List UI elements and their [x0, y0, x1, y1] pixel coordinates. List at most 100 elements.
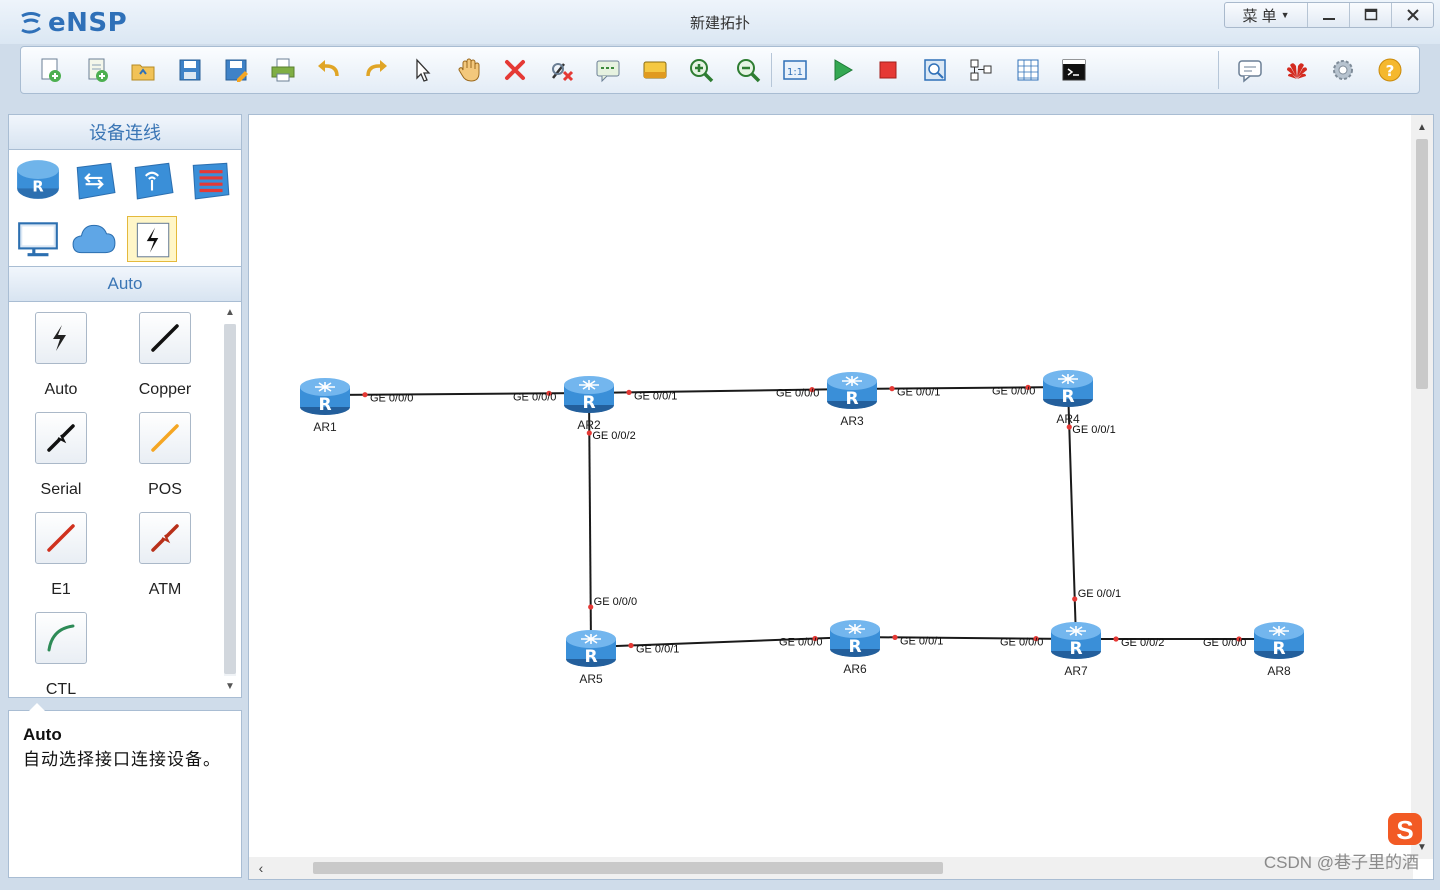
scroll-up-icon[interactable]: ▲: [221, 304, 239, 320]
router-glyph: R: [1069, 639, 1082, 659]
port-dot: [362, 392, 368, 398]
router-ar4[interactable]: R AR4: [1043, 370, 1093, 426]
link-ar1-ar2[interactable]: GE 0/0/0 GE 0/0/0: [324, 390, 590, 405]
scroll-left-icon[interactable]: ‹: [251, 857, 271, 879]
svg-text:1:1: 1:1: [787, 67, 803, 78]
save-as-button[interactable]: [213, 51, 260, 89]
new-topology-button[interactable]: [27, 51, 74, 89]
topology-button[interactable]: [958, 51, 1005, 89]
router-ar8[interactable]: R AR8: [1254, 622, 1304, 678]
cable-serial-icon[interactable]: [35, 412, 87, 464]
chat-button[interactable]: [1227, 51, 1274, 89]
link-ar5-ar6[interactable]: GE 0/0/1 GE 0/0/0: [590, 635, 856, 656]
cable-item-ctl[interactable]: CTL: [9, 612, 113, 699]
stop-device-button[interactable]: [865, 51, 912, 89]
router-label: AR8: [1267, 664, 1291, 678]
port-label-ar7: GE 0/0/1: [1078, 588, 1121, 600]
link-ar2-ar3[interactable]: GE 0/0/1 GE 0/0/0: [588, 387, 853, 402]
cable-pos-icon[interactable]: [139, 412, 191, 464]
print-button[interactable]: [260, 51, 307, 89]
text-note-button[interactable]: [585, 51, 632, 89]
router-ar3[interactable]: R AR3: [827, 372, 877, 428]
vertical-scroll-thumb[interactable]: [1416, 139, 1428, 389]
cable-item-pos[interactable]: POS: [113, 412, 217, 499]
capture-button[interactable]: [912, 51, 959, 89]
console-button[interactable]: [1051, 51, 1098, 89]
scroll-track[interactable]: [224, 324, 236, 676]
router-ar1[interactable]: R AR1: [300, 378, 350, 434]
app-logo: eNSP: [18, 8, 127, 38]
zoom-out-button[interactable]: [725, 51, 772, 89]
cable-copper-icon[interactable]: [139, 312, 191, 364]
cable-item-auto[interactable]: Auto: [9, 312, 113, 399]
router-ar2[interactable]: R AR2: [564, 376, 614, 432]
palette-button[interactable]: [632, 51, 679, 89]
cable-item-serial[interactable]: Serial: [9, 412, 113, 499]
firewall-category-tile[interactable]: [185, 156, 235, 202]
router-ar5[interactable]: R AR5: [566, 630, 616, 686]
cloud-category-tile[interactable]: [69, 216, 119, 262]
terminal-category-tile[interactable]: [13, 216, 63, 262]
scroll-up-icon[interactable]: ▲: [1411, 117, 1433, 137]
minimize-button[interactable]: [1307, 3, 1349, 27]
delete-link-button[interactable]: [539, 51, 586, 89]
select-pointer-icon: [416, 58, 431, 82]
zoom-in-button[interactable]: [678, 51, 725, 89]
help-button[interactable]: ?: [1367, 51, 1414, 89]
cable-category-tile[interactable]: [127, 216, 177, 262]
description-notch: [29, 703, 45, 711]
cable-e1-icon[interactable]: [35, 512, 87, 564]
cable-list-scrollbar[interactable]: ▲ ▼: [221, 304, 239, 694]
router-category-tile[interactable]: R: [13, 156, 63, 202]
scroll-down-icon[interactable]: ▼: [221, 678, 239, 694]
console-icon: [1062, 59, 1086, 81]
router-label: AR4: [1056, 412, 1080, 426]
select-pointer-button[interactable]: [399, 51, 446, 89]
topology-canvas[interactable]: GE 0/0/0 GE 0/0/0 GE 0/0/1 GE 0/0/0 GE 0/0/1…: [248, 114, 1434, 880]
horizontal-scrollbar[interactable]: ‹: [249, 857, 1413, 879]
sogou-ime-icon[interactable]: S: [1386, 810, 1426, 848]
port-dot: [889, 386, 895, 392]
start-device-button[interactable]: [819, 51, 866, 89]
router-ar7[interactable]: R AR7: [1051, 622, 1101, 678]
horizontal-scroll-thumb[interactable]: [313, 862, 943, 874]
topology-diagram[interactable]: GE 0/0/0 GE 0/0/0 GE 0/0/1 GE 0/0/0 GE 0/0/1…: [249, 115, 1413, 859]
cable-ctl-icon[interactable]: [35, 612, 87, 664]
link-ar3-ar4[interactable]: GE 0/0/1 GE 0/0/0: [851, 384, 1069, 399]
router-category-icon: R: [17, 160, 59, 199]
zoom-out-icon: [736, 59, 760, 83]
new-lab-button[interactable]: [74, 51, 121, 89]
fit-view-button[interactable]: 1:1: [772, 51, 819, 89]
wireless-category-tile[interactable]: [127, 156, 177, 202]
huawei-logo-button[interactable]: [1274, 51, 1321, 89]
cable-category-icon: [136, 222, 170, 258]
undo-icon: [318, 60, 339, 77]
title-bar: eNSP 新建拓扑 菜 单 ▼: [0, 0, 1440, 44]
vertical-scrollbar[interactable]: ▲ ▼: [1411, 115, 1433, 859]
maximize-button[interactable]: [1349, 3, 1391, 27]
router-ar6[interactable]: R AR6: [830, 620, 880, 676]
cable-atm-icon[interactable]: [139, 512, 191, 564]
cable-item-copper[interactable]: Copper: [113, 312, 217, 399]
save-button[interactable]: [167, 51, 214, 89]
link-ar6-ar7[interactable]: GE 0/0/1 GE 0/0/0: [854, 634, 1077, 649]
switch-category-tile[interactable]: [69, 156, 119, 202]
cable-item-e1[interactable]: E1: [9, 512, 113, 599]
open-button[interactable]: [120, 51, 167, 89]
scroll-thumb[interactable]: [224, 324, 236, 674]
grid-button[interactable]: [1005, 51, 1052, 89]
link-ar7-ar8[interactable]: GE 0/0/2 GE 0/0/0: [1076, 636, 1279, 649]
cable-item-atm[interactable]: ATM: [113, 512, 217, 599]
menu-button[interactable]: 菜 单 ▼: [1225, 3, 1307, 27]
settings-gear-button[interactable]: [1320, 51, 1367, 89]
zoom-in-icon: [690, 59, 714, 83]
undo-button[interactable]: [306, 51, 353, 89]
redo-button[interactable]: [353, 51, 400, 89]
close-button[interactable]: [1391, 3, 1433, 27]
delete-button[interactable]: [492, 51, 539, 89]
cable-auto-icon[interactable]: [35, 312, 87, 364]
cable-panel-header: Auto: [8, 266, 242, 302]
router-glyph: R: [848, 637, 861, 657]
pan-hand-button[interactable]: [446, 51, 493, 89]
port-label-ar5: GE 0/0/1: [636, 643, 679, 655]
